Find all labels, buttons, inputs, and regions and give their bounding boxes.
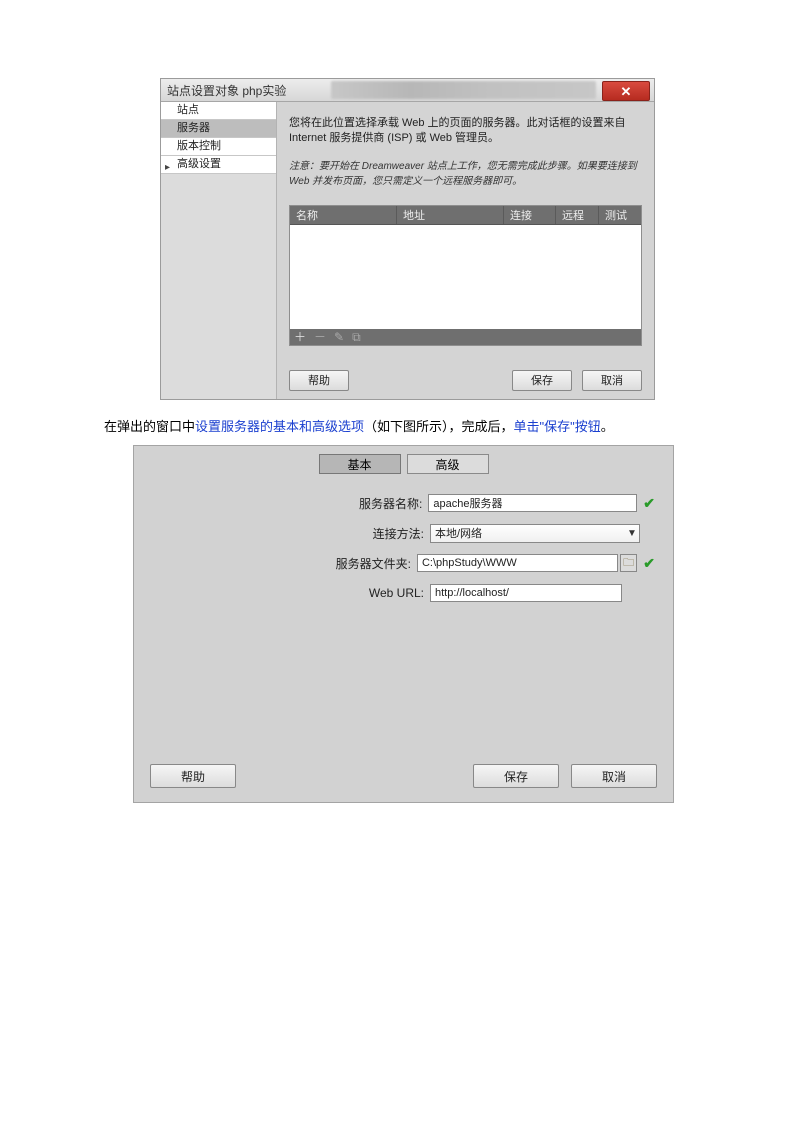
- sidebar-item-advanced[interactable]: ▸ 高级设置: [161, 156, 276, 174]
- form-area: 服务器名称: ✔ 连接方法: 本地/网络 ▼ 服务器文件夹: 🗀 ✔: [134, 488, 673, 608]
- add-server-button[interactable]: ＋: [294, 331, 306, 343]
- col-header-remote[interactable]: 远程: [556, 206, 599, 224]
- cancel-button[interactable]: 取消: [571, 764, 657, 788]
- expand-arrow-icon: ▸: [165, 159, 170, 176]
- label-connect-method: 连接方法:: [134, 525, 430, 542]
- col-header-connect[interactable]: 连接: [504, 206, 556, 224]
- site-setup-dialog: 站点设置对象 php实验 ✕ 站点 服务器 版本控制 ▸ 高级设置: [160, 78, 655, 400]
- server-name-input[interactable]: [428, 494, 637, 512]
- caption-part3: 。: [601, 419, 614, 434]
- dialog-title: 站点设置对象 php实验: [161, 82, 286, 99]
- remove-server-button[interactable]: －: [314, 331, 326, 343]
- check-icon: ✔: [643, 495, 655, 512]
- caption-line: 在弹出的窗口中设置服务器的基本和高级选项（如下图所示），完成后，单击"保存"按钮…: [0, 416, 800, 435]
- sidebar-item-server[interactable]: 服务器: [161, 120, 276, 138]
- sidebar: 站点 服务器 版本控制 ▸ 高级设置: [161, 102, 277, 399]
- chevron-down-icon: ▼: [625, 528, 639, 539]
- label-server-name: 服务器名称:: [134, 495, 428, 512]
- sidebar-item-label: 服务器: [177, 122, 210, 134]
- description-text: 您将在此位置选择承载 Web 上的页面的服务器。此对话框的设置来自 Intern…: [289, 116, 642, 147]
- save-button[interactable]: 保存: [512, 370, 572, 391]
- select-value: 本地/网络: [435, 525, 482, 541]
- duplicate-server-button[interactable]: ⧉: [352, 331, 361, 343]
- web-url-input[interactable]: [430, 584, 622, 602]
- help-button[interactable]: 帮助: [150, 764, 236, 788]
- tab-bar: 基本 高级: [134, 454, 673, 476]
- col-header-test[interactable]: 测试: [599, 206, 641, 224]
- caption-blue1: 设置服务器的基本和高级选项: [195, 419, 364, 434]
- tab-advanced[interactable]: 高级: [407, 454, 489, 474]
- close-icon: ✕: [621, 85, 632, 98]
- edit-server-button[interactable]: ✎: [334, 331, 344, 343]
- table-body-empty: [290, 225, 641, 329]
- col-header-address[interactable]: 地址: [397, 206, 504, 224]
- sidebar-item-site[interactable]: 站点: [161, 102, 276, 120]
- list-toolbar: ＋ － ✎ ⧉: [290, 329, 641, 345]
- dialog-footer: 帮助 保存 取消: [150, 764, 657, 788]
- note-text: 注意：要开始在 Dreamweaver 站点上工作，您无需完成此步骤。如果要连接…: [289, 159, 642, 189]
- sidebar-item-label: 站点: [177, 104, 199, 116]
- table-header-row: 名称 地址 连接 远程 测试: [290, 206, 641, 225]
- titlebar-blur-area: [331, 81, 596, 99]
- label-web-url: Web URL:: [134, 586, 430, 600]
- dialog-titlebar: 站点设置对象 php实验 ✕: [161, 79, 654, 102]
- dialog-footer: 帮助 保存 取消: [289, 370, 642, 391]
- col-header-name[interactable]: 名称: [290, 206, 397, 224]
- tab-label: 基本: [347, 456, 371, 473]
- sidebar-item-version-control[interactable]: 版本控制: [161, 138, 276, 156]
- dialog-main-panel: 您将在此位置选择承载 Web 上的页面的服务器。此对话框的设置来自 Intern…: [277, 102, 654, 399]
- cancel-button[interactable]: 取消: [582, 370, 642, 391]
- caption-blue2: 单击"保存"按钮: [514, 419, 601, 434]
- help-button[interactable]: 帮助: [289, 370, 349, 391]
- label-server-folder: 服务器文件夹:: [134, 555, 417, 572]
- server-settings-dialog: 基本 高级 服务器名称: ✔ 连接方法: 本地/网络 ▼ 服务器文件夹:: [133, 445, 674, 803]
- caption-part1: 在弹出的窗口中: [104, 419, 195, 434]
- check-icon: ✔: [643, 555, 655, 572]
- sidebar-item-label: 版本控制: [177, 140, 221, 152]
- close-button[interactable]: ✕: [602, 81, 650, 101]
- connect-method-select[interactable]: 本地/网络 ▼: [430, 524, 640, 543]
- tab-basic[interactable]: 基本: [319, 454, 401, 474]
- sidebar-item-label: 高级设置: [177, 158, 221, 170]
- tab-label: 高级: [435, 456, 459, 473]
- save-button[interactable]: 保存: [473, 764, 559, 788]
- caption-part2: （如下图所示），完成后，: [364, 419, 514, 434]
- server-list-table: 名称 地址 连接 远程 测试 ＋ － ✎ ⧉: [289, 205, 642, 346]
- server-folder-input[interactable]: [417, 554, 618, 572]
- folder-icon: 🗀: [623, 554, 634, 573]
- browse-folder-button[interactable]: 🗀: [620, 554, 637, 572]
